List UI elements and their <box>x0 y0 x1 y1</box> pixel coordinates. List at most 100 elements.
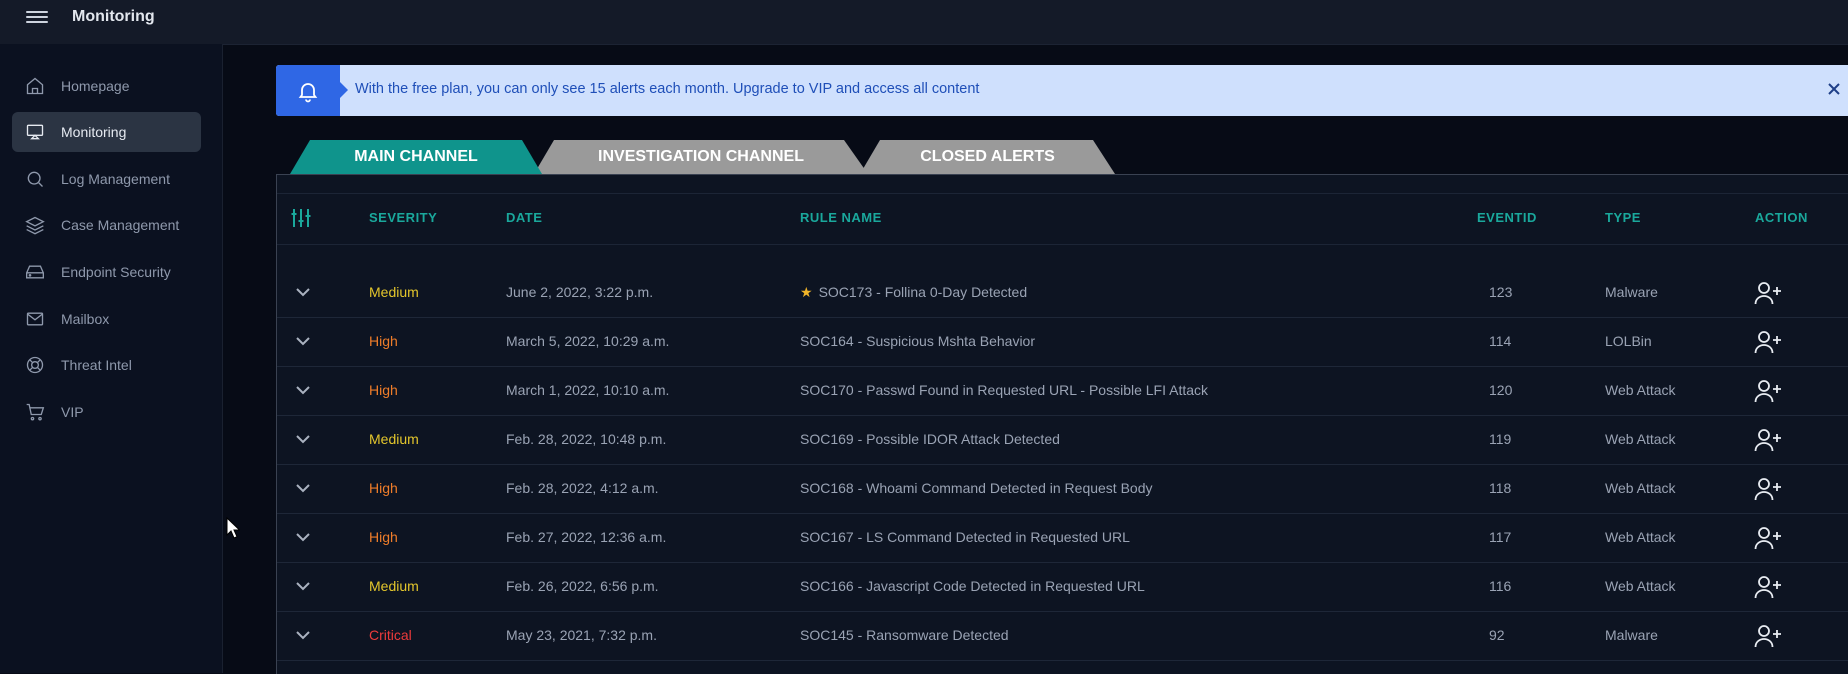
assign-user-icon[interactable] <box>1754 427 1782 453</box>
column-header-action: ACTION <box>1755 210 1808 225</box>
banner-message: With the free plan, you can only see 15 … <box>355 81 980 97</box>
table-row[interactable]: High Feb. 28, 2022, 4:12 a.m. SOC168 - Who… <box>277 464 1848 514</box>
severity-cell: High <box>369 333 398 349</box>
table-row[interactable]: High Feb. 27, 2022, 12:36 a.m. SOC167 - LS… <box>277 513 1848 563</box>
severity-cell: High <box>369 529 398 545</box>
column-header-type[interactable]: TYPE <box>1605 210 1641 225</box>
assign-user-icon[interactable] <box>1754 525 1782 551</box>
assign-user-icon[interactable] <box>1754 623 1782 649</box>
column-header-severity[interactable]: SEVERITY <box>369 210 437 225</box>
rule-name-text: SOC168 - Whoami Command Detected in Requ… <box>800 480 1153 496</box>
date-cell: June 2, 2022, 3:22 p.m. <box>506 284 654 300</box>
chevron-down-icon[interactable] <box>293 380 313 400</box>
severity-cell: Medium <box>369 431 419 447</box>
home-icon <box>25 76 45 96</box>
severity-cell: Medium <box>369 578 419 594</box>
rule-name-cell[interactable]: SOC169 - Possible IDOR Attack Detected <box>800 431 1060 447</box>
sidebar-item-label: Log Management <box>61 171 170 187</box>
tab-main-channel[interactable]: MAIN CHANNEL <box>290 140 542 174</box>
layers-icon <box>25 215 45 235</box>
sidebar-item-case-management[interactable]: Case Management <box>12 205 201 245</box>
rule-name-text: SOC164 - Suspicious Mshta Behavior <box>800 333 1035 349</box>
rule-name-cell[interactable]: ★ SOC173 - Follina 0-Day Detected <box>800 284 1027 301</box>
lifebuoy-icon <box>25 355 45 375</box>
type-cell: Web Attack <box>1605 480 1676 496</box>
assign-user-icon[interactable] <box>1754 280 1782 306</box>
rule-name-text: SOC169 - Possible IDOR Attack Detected <box>800 431 1060 447</box>
table-header: SEVERITY DATE RULE NAME EVENTID TYPE ACT… <box>277 193 1848 245</box>
date-cell: Feb. 26, 2022, 6:56 p.m. <box>506 578 659 594</box>
sidebar-item-label: Threat Intel <box>61 357 132 373</box>
sidebar-item-vip[interactable]: VIP <box>12 392 201 432</box>
table-row[interactable]: Critical May 23, 2021, 7:32 p.m. SOC145 - … <box>277 611 1848 661</box>
table-row[interactable]: Medium Feb. 26, 2022, 6:56 p.m. SOC166 - J… <box>277 562 1848 612</box>
search-icon <box>25 169 45 189</box>
date-cell: Feb. 27, 2022, 12:36 a.m. <box>506 529 667 545</box>
date-cell: Feb. 28, 2022, 4:12 a.m. <box>506 480 659 496</box>
filter-sliders-icon[interactable] <box>290 207 312 229</box>
sidebar-item-threat-intel[interactable]: Threat Intel <box>12 345 201 385</box>
rule-name-cell[interactable]: SOC170 - Passwd Found in Requested URL -… <box>800 382 1208 398</box>
assign-user-icon[interactable] <box>1754 476 1782 502</box>
hamburger-menu-icon[interactable] <box>26 8 48 28</box>
close-icon[interactable] <box>1824 79 1844 99</box>
severity-cell: Medium <box>369 284 419 300</box>
rule-name-cell[interactable]: SOC166 - Javascript Code Detected in Req… <box>800 578 1145 594</box>
sidebar-item-endpoint-security[interactable]: Endpoint Security <box>12 252 201 292</box>
column-header-eventid[interactable]: EVENTID <box>1477 210 1537 225</box>
severity-cell: High <box>369 480 398 496</box>
sidebar-item-mailbox[interactable]: Mailbox <box>12 299 201 339</box>
rule-name-cell[interactable]: SOC167 - LS Command Detected in Requeste… <box>800 529 1130 545</box>
rule-name-cell[interactable]: SOC168 - Whoami Command Detected in Requ… <box>800 480 1153 496</box>
chevron-down-icon[interactable] <box>293 331 313 351</box>
type-cell: Web Attack <box>1605 578 1676 594</box>
date-cell: March 5, 2022, 10:29 a.m. <box>506 333 670 349</box>
chevron-down-icon[interactable] <box>293 527 313 547</box>
eventid-cell: 117 <box>1489 529 1512 545</box>
table-row[interactable]: Medium Feb. 28, 2022, 10:48 p.m. SOC169 - … <box>277 415 1848 465</box>
upgrade-banner: With the free plan, you can only see 15 … <box>276 65 1848 116</box>
cart-icon <box>25 402 45 422</box>
tab-closed-alerts[interactable]: CLOSED ALERTS <box>860 140 1115 174</box>
eventid-cell: 114 <box>1489 333 1512 349</box>
page-title: Monitoring <box>72 8 155 25</box>
type-cell: Web Attack <box>1605 382 1676 398</box>
sidebar-item-label: Mailbox <box>61 311 110 327</box>
tab-investigation-channel[interactable]: INVESTIGATION CHANNEL <box>534 140 868 174</box>
type-cell: Web Attack <box>1605 431 1676 447</box>
sidebar-item-homepage[interactable]: Homepage <box>12 66 201 106</box>
table-row[interactable]: High March 1, 2022, 10:10 a.m. SOC170 - Pa… <box>277 366 1848 416</box>
date-cell: May 23, 2021, 7:32 p.m. <box>506 627 657 643</box>
column-header-date[interactable]: DATE <box>506 210 542 225</box>
rule-name-text: SOC167 - LS Command Detected in Requeste… <box>800 529 1130 545</box>
assign-user-icon[interactable] <box>1754 574 1782 600</box>
sidebar-item-log-management[interactable]: Log Management <box>12 159 201 199</box>
rule-name-cell[interactable]: SOC145 - Ransomware Detected <box>800 627 1009 643</box>
chevron-down-icon[interactable] <box>293 478 313 498</box>
assign-user-icon[interactable] <box>1754 378 1782 404</box>
star-icon: ★ <box>800 284 813 300</box>
rule-name-cell[interactable]: SOC164 - Suspicious Mshta Behavior <box>800 333 1035 349</box>
chevron-down-icon[interactable] <box>293 576 313 596</box>
rule-name-text: SOC145 - Ransomware Detected <box>800 627 1009 643</box>
sidebar-item-label: Endpoint Security <box>61 264 171 280</box>
eventid-cell: 123 <box>1489 284 1513 300</box>
chevron-down-icon[interactable] <box>293 429 313 449</box>
sidebar-item-label: VIP <box>61 404 84 420</box>
table-row[interactable]: High March 5, 2022, 10:29 a.m. SOC164 - Su… <box>277 317 1848 367</box>
eventid-cell: 119 <box>1489 431 1512 447</box>
sidebar-item-label: Homepage <box>61 78 130 94</box>
severity-cell: High <box>369 382 398 398</box>
bell-icon <box>276 65 348 116</box>
column-header-rule-name[interactable]: RULE NAME <box>800 210 882 225</box>
sidebar-item-label: Case Management <box>61 217 180 233</box>
assign-user-icon[interactable] <box>1754 329 1782 355</box>
eventid-cell: 118 <box>1489 480 1512 496</box>
top-bar: Monitoring <box>0 0 1848 45</box>
table-row[interactable]: Medium June 2, 2022, 3:22 p.m. ★ SOC173 - F… <box>277 268 1848 318</box>
sidebar-item-monitoring[interactable]: Monitoring <box>12 112 201 152</box>
chevron-down-icon[interactable] <box>293 282 313 302</box>
sidebar-item-label: Monitoring <box>61 124 127 140</box>
alerts-table: SEVERITY DATE RULE NAME EVENTID TYPE ACT… <box>276 174 1848 674</box>
chevron-down-icon[interactable] <box>293 625 313 645</box>
